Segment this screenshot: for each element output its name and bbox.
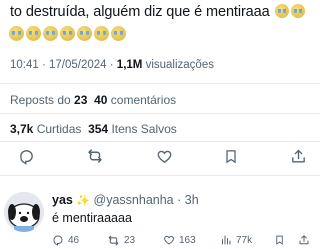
- sparkle-emoji-icon: ✨: [76, 195, 91, 207]
- reposts-label[interactable]: Reposts do: [10, 93, 71, 107]
- crying-face-emoji-icon: [26, 26, 41, 41]
- emoji-row: [9, 26, 126, 41]
- reply-icon[interactable]: [17, 147, 35, 165]
- reply-author-name[interactable]: yas: [52, 193, 73, 207]
- crying-face-emoji-icon: [290, 4, 305, 18]
- crying-face-emoji-icon: [274, 4, 289, 18]
- crying-face-emoji-icon: [43, 26, 58, 41]
- reposts-comments-row: Reposts do 23 40 comentários: [10, 93, 176, 107]
- repost-icon: [107, 234, 120, 247]
- repost-count: 23: [124, 235, 136, 246]
- crying-face-emoji-icon: [60, 26, 75, 41]
- reply-author-handle[interactable]: @yassnhanha · 3h: [94, 193, 199, 207]
- reply-action-bar: 46 23 163 77k: [52, 234, 316, 248]
- likes-count[interactable]: 3,7k: [10, 122, 33, 136]
- reply-like-button[interactable]: 163: [163, 234, 196, 246]
- reply-count: 46: [68, 234, 80, 246]
- like-count: 163: [179, 234, 196, 246]
- like-icon[interactable]: [155, 147, 173, 165]
- bookmark-icon: [274, 234, 285, 246]
- crying-face-emoji-icon: [94, 26, 109, 41]
- reply-text: é mentiraaaaa: [52, 211, 132, 225]
- views-icon: [220, 234, 232, 246]
- likes-label[interactable]: Curtidas: [37, 122, 82, 136]
- reposts-count[interactable]: 23: [74, 93, 87, 107]
- share-icon: [298, 234, 310, 246]
- reply-repost-button[interactable]: 23: [107, 234, 135, 247]
- divider: [0, 175, 320, 176]
- reply-reply-button[interactable]: 46: [52, 234, 79, 246]
- tweet-meta: 10:41 · 17/05/2024 · 1,1M visualizações: [10, 59, 214, 71]
- bookmark-icon[interactable]: [222, 147, 240, 165]
- reply-tweet[interactable]: yas ✨ @yassnhanha · 3h é mentiraaaaa 46 …: [0, 186, 320, 249]
- divider: [0, 141, 320, 142]
- avatar[interactable]: [4, 192, 44, 232]
- reply-views-button[interactable]: 77k: [220, 234, 252, 246]
- saves-label: Itens Salvos: [111, 122, 177, 136]
- divider: [0, 83, 320, 84]
- reply-share-button[interactable]: [298, 234, 310, 246]
- like-icon: [163, 234, 175, 246]
- crying-face-emoji-icon: [111, 26, 126, 41]
- views-label: visualizações: [145, 59, 214, 71]
- tweet-text-line: to destruída, alguém diz que é mentiraaa: [10, 4, 270, 20]
- repost-icon[interactable]: [86, 147, 104, 165]
- views-count: 1,1M: [116, 59, 143, 71]
- reply-bookmark-button[interactable]: [274, 234, 285, 246]
- tweet-timestamp[interactable]: 10:41 · 17/05/2024 ·: [10, 59, 114, 71]
- likes-saves-row: 3,7k Curtidas 354 Itens Salvos: [10, 122, 177, 136]
- comments-count[interactable]: 40: [94, 93, 107, 107]
- crying-face-emoji-icon: [77, 26, 92, 41]
- share-icon[interactable]: [289, 147, 307, 165]
- comments-label[interactable]: comentários: [111, 93, 176, 107]
- reply-header: yas ✨ @yassnhanha · 3h: [52, 193, 199, 207]
- views-count: 77k: [236, 234, 253, 246]
- saves-count: 354: [88, 122, 109, 136]
- tweet-text: to destruída, alguém diz que é mentiraaa: [10, 2, 315, 22]
- divider: [0, 113, 320, 114]
- crying-face-emoji-icon: [9, 26, 24, 41]
- reply-icon: [52, 234, 64, 246]
- tweet-action-bar: [0, 143, 320, 169]
